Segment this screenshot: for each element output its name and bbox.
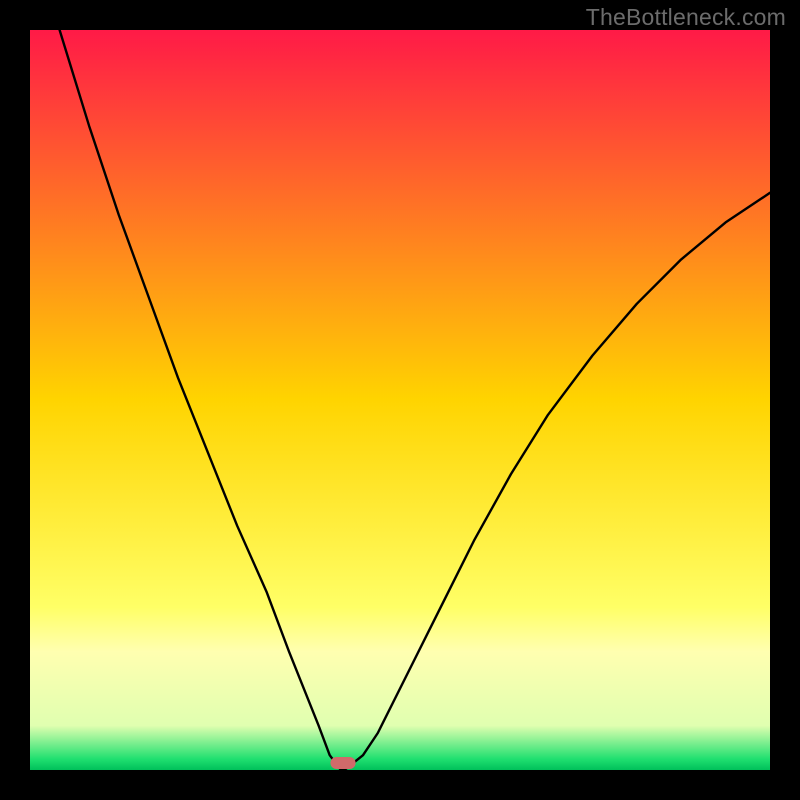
plot-area: [30, 30, 770, 770]
chart-frame: TheBottleneck.com: [0, 0, 800, 800]
chart-svg: [30, 30, 770, 770]
watermark-text: TheBottleneck.com: [586, 4, 786, 31]
optimal-marker: [330, 757, 355, 769]
gradient-background: [30, 30, 770, 770]
